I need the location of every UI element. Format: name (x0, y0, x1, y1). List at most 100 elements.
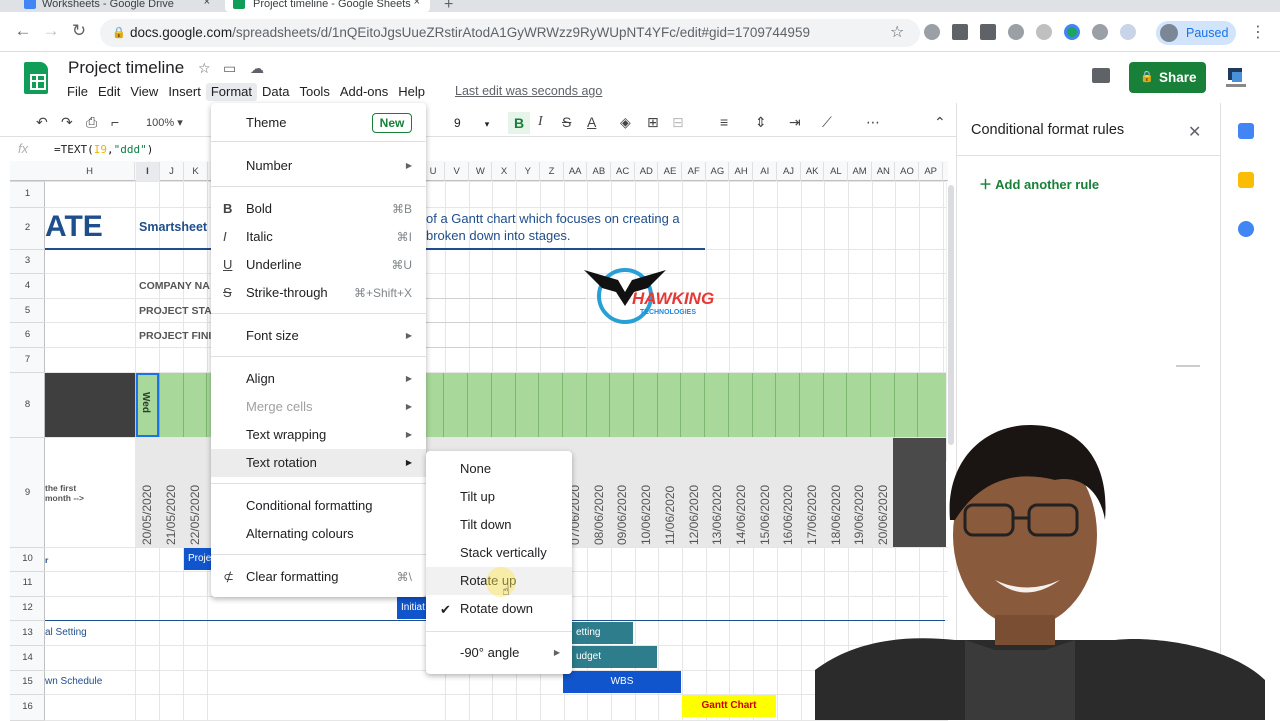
more-icon[interactable]: ⋯ (866, 114, 880, 131)
row-header[interactable]: 15 (10, 676, 45, 687)
column-header[interactable]: AE (659, 162, 682, 181)
row-header[interactable]: 12 (10, 602, 45, 613)
gantt-bar-project[interactable]: Proje (184, 548, 212, 570)
menu-item-bold[interactable]: B Bold ⌘B (211, 195, 426, 223)
print-icon[interactable]: ⎙ (86, 114, 97, 131)
formula-input[interactable]: =TEXT(I9,"ddd") (54, 143, 153, 156)
calendar-icon[interactable] (1238, 123, 1254, 139)
rotation-custom-angle[interactable]: -90° angle ▶ (426, 639, 572, 667)
extension-icon[interactable] (1036, 24, 1052, 40)
menu-file[interactable]: File (62, 83, 93, 101)
rotation-tilt-up[interactable]: Tilt up (426, 483, 572, 511)
row-header[interactable]: 1 (10, 188, 45, 199)
close-icon[interactable]: ✕ (1188, 122, 1201, 142)
row-header[interactable]: 6 (10, 329, 45, 340)
row-header[interactable]: 5 (10, 305, 45, 316)
column-header[interactable]: V (446, 162, 469, 181)
column-header[interactable]: AA (564, 162, 588, 181)
row-header[interactable]: 13 (10, 627, 45, 638)
menu-item-text-wrapping[interactable]: Text wrapping ▶ (211, 421, 426, 449)
column-header[interactable]: AJ (778, 162, 801, 181)
gantt-bar-setting[interactable]: etting (572, 622, 633, 644)
merge-icon[interactable]: ⊟ (672, 114, 684, 131)
fill-color-icon[interactable]: ◈ (620, 114, 631, 131)
row8-label-cell[interactable] (45, 373, 135, 437)
tab-close-icon[interactable]: × (414, 0, 420, 8)
column-header[interactable]: AK (801, 162, 825, 181)
column-header[interactable]: AO (896, 162, 919, 181)
text-color-button[interactable]: A (587, 114, 596, 130)
column-header[interactable]: H (45, 162, 135, 181)
add-rule-button[interactable]: ＋ Add another rule (979, 174, 1099, 193)
column-header[interactable]: AL (825, 162, 848, 181)
tab-close-icon[interactable]: × (204, 0, 210, 8)
browser-menu-icon[interactable]: ⋮ (1250, 22, 1266, 42)
row-header[interactable]: 14 (10, 652, 45, 663)
column-header[interactable]: AB (588, 162, 611, 181)
extension-icon[interactable] (924, 24, 940, 40)
extension-icon[interactable] (1064, 24, 1080, 40)
tasks-icon[interactable] (1238, 221, 1254, 237)
menu-item-conditional-formatting[interactable]: Conditional formatting (211, 492, 426, 520)
borders-icon[interactable]: ⊞ (647, 114, 659, 131)
align-icon[interactable]: ≡ (720, 114, 728, 130)
cast-icon[interactable] (980, 24, 996, 40)
row-header[interactable]: 8 (10, 399, 45, 410)
menu-item-clear-formatting[interactable]: ⊄ Clear formatting ⌘\ (211, 563, 426, 591)
row-header[interactable]: 11 (10, 577, 45, 588)
column-header[interactable]: AP (920, 162, 943, 181)
forward-icon[interactable]: → (40, 21, 62, 41)
column-header[interactable]: AN (872, 162, 896, 181)
redo-icon[interactable]: ↷ (61, 114, 73, 131)
column-header[interactable]: AF (683, 162, 706, 181)
strikethrough-button[interactable]: S (562, 114, 571, 130)
menu-view[interactable]: View (125, 83, 163, 101)
undo-icon[interactable]: ↶ (36, 114, 48, 131)
column-header[interactable]: AI (754, 162, 777, 181)
collapse-icon[interactable]: ⌃ (934, 114, 946, 131)
menu-item-alternating-colours[interactable]: Alternating colours (211, 520, 426, 548)
extension-icon[interactable] (1120, 24, 1136, 40)
row-header[interactable]: 2 (10, 222, 45, 233)
row-header[interactable]: 7 (10, 354, 45, 365)
gantt-bar-budget[interactable]: udget (572, 646, 657, 668)
lock-icon[interactable]: 🔒 (112, 26, 126, 39)
column-header[interactable]: AM (849, 162, 872, 181)
menu-item-italic[interactable]: I Italic ⌘I (211, 223, 426, 251)
row-header[interactable]: 9 (10, 487, 45, 498)
paint-format-icon[interactable]: ⌐ (111, 114, 119, 130)
rotation-tilt-down[interactable]: Tilt down (426, 511, 572, 539)
wrap-icon[interactable]: ⇥ (789, 114, 801, 131)
extension-icon[interactable] (952, 24, 968, 40)
column-header[interactable]: I (136, 162, 160, 181)
column-header[interactable]: J (160, 162, 184, 181)
extension-icon[interactable] (1008, 24, 1024, 40)
menu-edit[interactable]: Edit (93, 83, 125, 101)
extension-icon[interactable] (1092, 24, 1108, 40)
column-header[interactable]: AC (612, 162, 635, 181)
rotation-stack-vertically[interactable]: Stack vertically (426, 539, 572, 567)
menu-item-font-size[interactable]: Font size ▶ (211, 322, 426, 350)
column-header[interactable]: Y (517, 162, 540, 181)
bookmark-star-icon[interactable]: ☆ (890, 22, 904, 42)
tab-sheets[interactable]: Project timeline - Google Sheets × (225, 0, 430, 12)
menu-format[interactable]: Format (205, 83, 257, 101)
sheets-logo-icon[interactable] (24, 62, 48, 94)
url-input[interactable]: docs.google.com/spreadsheets/d/1nQEitoJg… (100, 19, 920, 47)
row-header[interactable]: 3 (10, 255, 45, 266)
folder-icon[interactable]: ▭ (223, 60, 236, 77)
rotate-icon[interactable]: ⟋ (822, 114, 832, 131)
rotation-none[interactable]: None (426, 455, 572, 483)
reload-icon[interactable]: ↻ (68, 21, 90, 41)
comment-history-icon[interactable] (1092, 68, 1110, 83)
menu-insert[interactable]: Insert (163, 83, 206, 101)
menu-item-align[interactable]: Align ▶ (211, 365, 426, 393)
column-header[interactable]: K (184, 162, 208, 181)
gantt-bar-initiation[interactable]: Initiat (397, 597, 427, 619)
menu-item-text-rotation[interactable]: Text rotation ▶ (211, 449, 426, 477)
row-header[interactable]: 16 (10, 701, 45, 712)
valign-icon[interactable]: ⇕ (755, 114, 767, 131)
gantt-bar-chart[interactable]: Gantt Chart (682, 695, 776, 717)
keep-icon[interactable] (1238, 172, 1254, 188)
column-header[interactable]: W (469, 162, 493, 181)
